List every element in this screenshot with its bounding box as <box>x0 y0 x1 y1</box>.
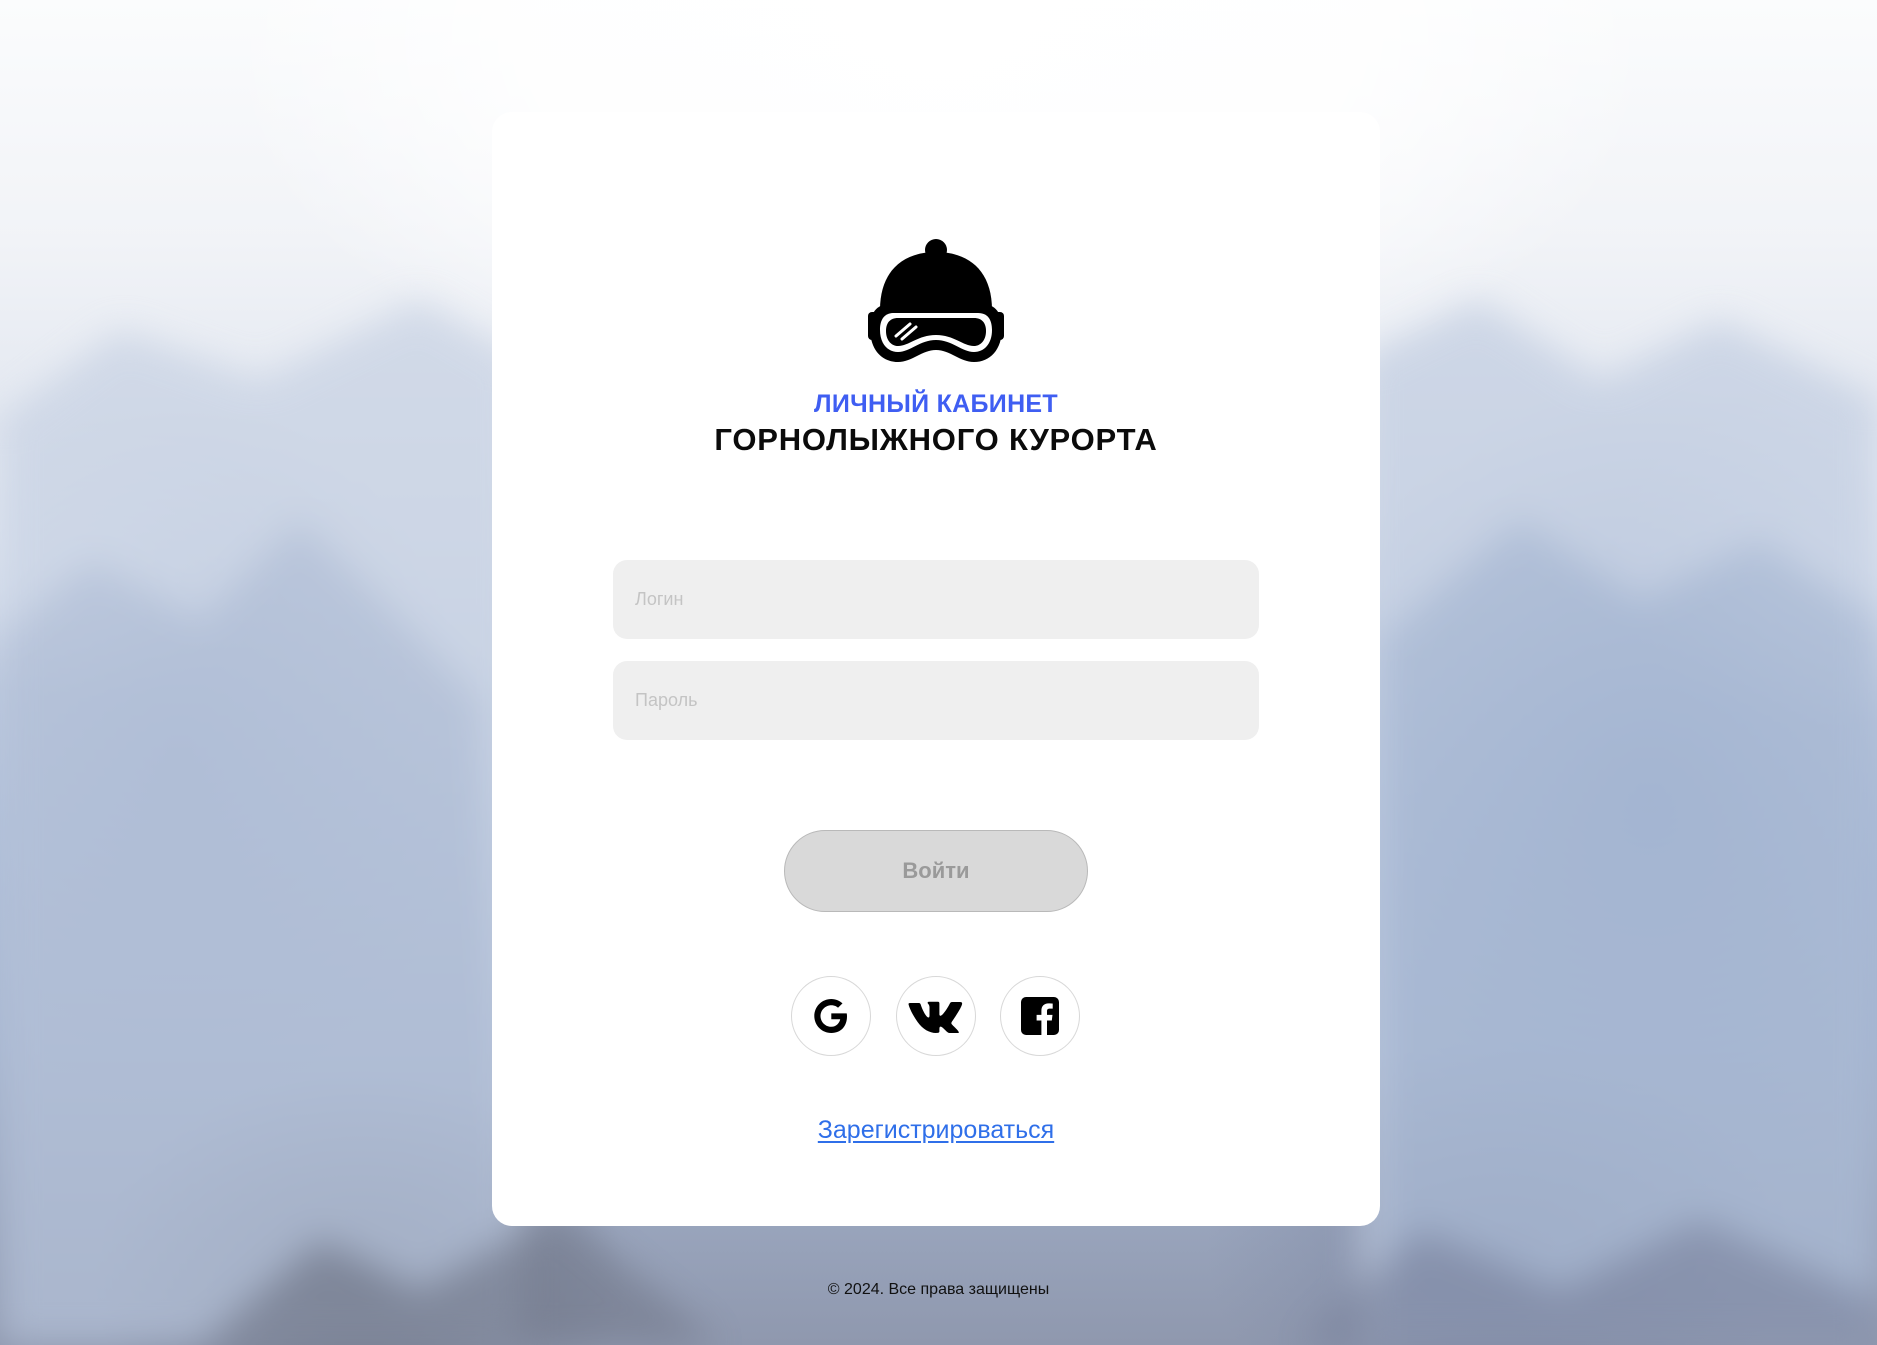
vk-icon <box>908 1001 963 1033</box>
page-title: ГОРНОЛЫЖНОГО КУРОРТА <box>714 422 1158 457</box>
register-link[interactable]: Зарегистрироваться <box>818 1116 1054 1144</box>
password-input[interactable] <box>613 661 1259 740</box>
facebook-login-button[interactable] <box>1000 976 1080 1056</box>
login-card: ЛИЧНЫЙ КАБИНЕТ ГОРНОЛЫЖНОГО КУРОРТА Войт… <box>492 112 1380 1226</box>
ski-helmet-goggles-icon <box>868 239 1004 362</box>
register-link-wrapper: Зарегистрироваться <box>492 1116 1380 1145</box>
page: ЛИЧНЫЙ КАБИНЕТ ГОРНОЛЫЖНОГО КУРОРТА Войт… <box>0 0 1877 1345</box>
login-button[interactable]: Войти <box>784 830 1088 912</box>
google-login-button[interactable] <box>791 976 871 1056</box>
login-input[interactable] <box>613 560 1259 639</box>
vk-login-button[interactable] <box>896 976 976 1056</box>
facebook-icon <box>1021 997 1059 1035</box>
page-subtitle: ЛИЧНЫЙ КАБИНЕТ <box>814 390 1058 418</box>
google-icon <box>814 999 847 1033</box>
footer-copyright: © 2024. Все права защищены <box>827 1281 1050 1298</box>
